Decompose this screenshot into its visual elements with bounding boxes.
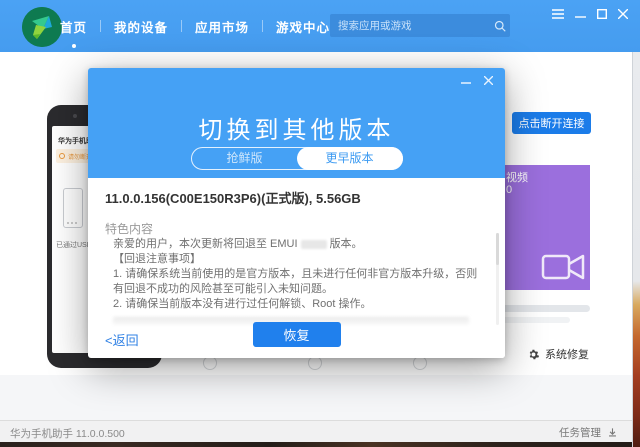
rom-version-line: 11.0.0.156(C00E150R3P6)(正式版), 5.56GB — [105, 188, 361, 207]
task-manager-label: 任务管理 — [559, 425, 601, 440]
window-controls — [552, 9, 628, 19]
hisuite-window: 华为手机助手 请勿断开连接 已通过USB连接 点击断开连接 视频 0 — [0, 0, 640, 447]
dialog-title: 切换到其他版本 — [88, 110, 505, 145]
note-line-3: 1. 请确保系统当前使用的是官方版本，且未进行任何非官方版本升级，否则有回退不成… — [113, 267, 479, 297]
tab-earlier-versions[interactable]: 更早版本 — [297, 147, 403, 170]
gear-icon — [527, 348, 540, 361]
system-repair-button[interactable]: 系统修复 — [527, 346, 589, 362]
maximize-icon[interactable] — [597, 9, 607, 19]
nav-game-center-label: 游戏中心 — [276, 21, 330, 35]
video-card-title: 视频 — [506, 169, 528, 185]
download-icon — [607, 427, 618, 438]
nav-my-devices-label: 我的设备 — [114, 21, 168, 35]
note-line-1: 亲爱的用户，本次更新将回退至 EMUI版本。 — [113, 237, 479, 252]
search-box — [330, 14, 510, 37]
video-card-count: 0 — [506, 184, 512, 196]
restore-button[interactable]: 恢复 — [253, 322, 341, 347]
scrollbar-thumb[interactable] — [496, 233, 499, 265]
page-lower-margin — [0, 375, 632, 420]
desktop-taskbar-strip — [0, 442, 640, 447]
phone-speaker-dot — [73, 114, 77, 118]
feature-section-label: 特色内容 — [105, 220, 153, 237]
redacted-emui-version — [301, 240, 327, 249]
nav-home-label: 首页 — [60, 21, 87, 35]
tab-early-access[interactable]: 抢鲜版 — [192, 148, 298, 169]
warning-circle-icon — [59, 153, 65, 159]
feature-circle-icon[interactable] — [203, 356, 217, 370]
dialog-scrollbar[interactable] — [496, 233, 499, 325]
video-camera-icon — [540, 242, 586, 284]
active-tab-dot — [72, 44, 76, 48]
nav-app-market-label: 应用市场 — [195, 21, 249, 35]
nav-separator — [181, 20, 182, 32]
nav-app-market[interactable]: 应用市场 — [185, 17, 259, 36]
phone-outline-icon — [63, 188, 83, 228]
nav-separator — [262, 20, 263, 32]
dialog-body: 11.0.0.156(C00E150R3P6)(正式版), 5.56GB 特色内… — [88, 178, 505, 358]
status-bar: 华为手机助手 11.0.0.500 任务管理 — [0, 420, 632, 442]
nav-separator — [100, 20, 101, 32]
dialog-minimize-icon[interactable] — [461, 76, 471, 85]
note-line-2: 【回退注意事项】 — [113, 252, 479, 267]
minimize-icon[interactable] — [575, 9, 586, 19]
task-manager-button[interactable]: 任务管理 — [559, 425, 618, 440]
search-icon[interactable] — [490, 20, 510, 32]
dialog-close-icon[interactable] — [484, 76, 493, 85]
nav-my-devices[interactable]: 我的设备 — [104, 17, 178, 36]
close-icon[interactable] — [618, 9, 628, 19]
release-notes: 亲爱的用户，本次更新将回退至 EMUI版本。 【回退注意事项】 1. 请确保系统… — [113, 237, 479, 326]
nav-home[interactable]: 首页 — [50, 17, 97, 36]
version-tabs: 抢鲜版 更早版本 — [191, 147, 403, 170]
dialog-header: 切换到其他版本 抢鲜版 更早版本 — [88, 68, 505, 178]
back-link[interactable]: <返回 — [105, 330, 139, 349]
app-version-text: 华为手机助手 11.0.0.500 — [10, 426, 125, 441]
menu-icon[interactable] — [552, 9, 564, 19]
note-line-4: 2. 请确保当前版本没有进行过任何解锁、Root 操作。 — [113, 297, 479, 312]
switch-version-dialog: 切换到其他版本 抢鲜版 更早版本 11.0.0.156(C00E150R3P6)… — [88, 68, 505, 358]
dialog-window-controls — [461, 76, 493, 85]
system-repair-label: 系统修复 — [545, 346, 589, 362]
disconnect-button[interactable]: 点击断开连接 — [512, 112, 591, 134]
desktop-wallpaper-sliver — [632, 52, 640, 447]
app-title-bar: 首页 我的设备 应用市场 游戏中心 更多服务 — [0, 0, 640, 52]
search-input[interactable] — [330, 20, 490, 32]
nav-game-center[interactable]: 游戏中心 — [266, 17, 340, 36]
feature-circle-icon[interactable] — [413, 356, 427, 370]
feature-circle-icon[interactable] — [308, 356, 322, 370]
